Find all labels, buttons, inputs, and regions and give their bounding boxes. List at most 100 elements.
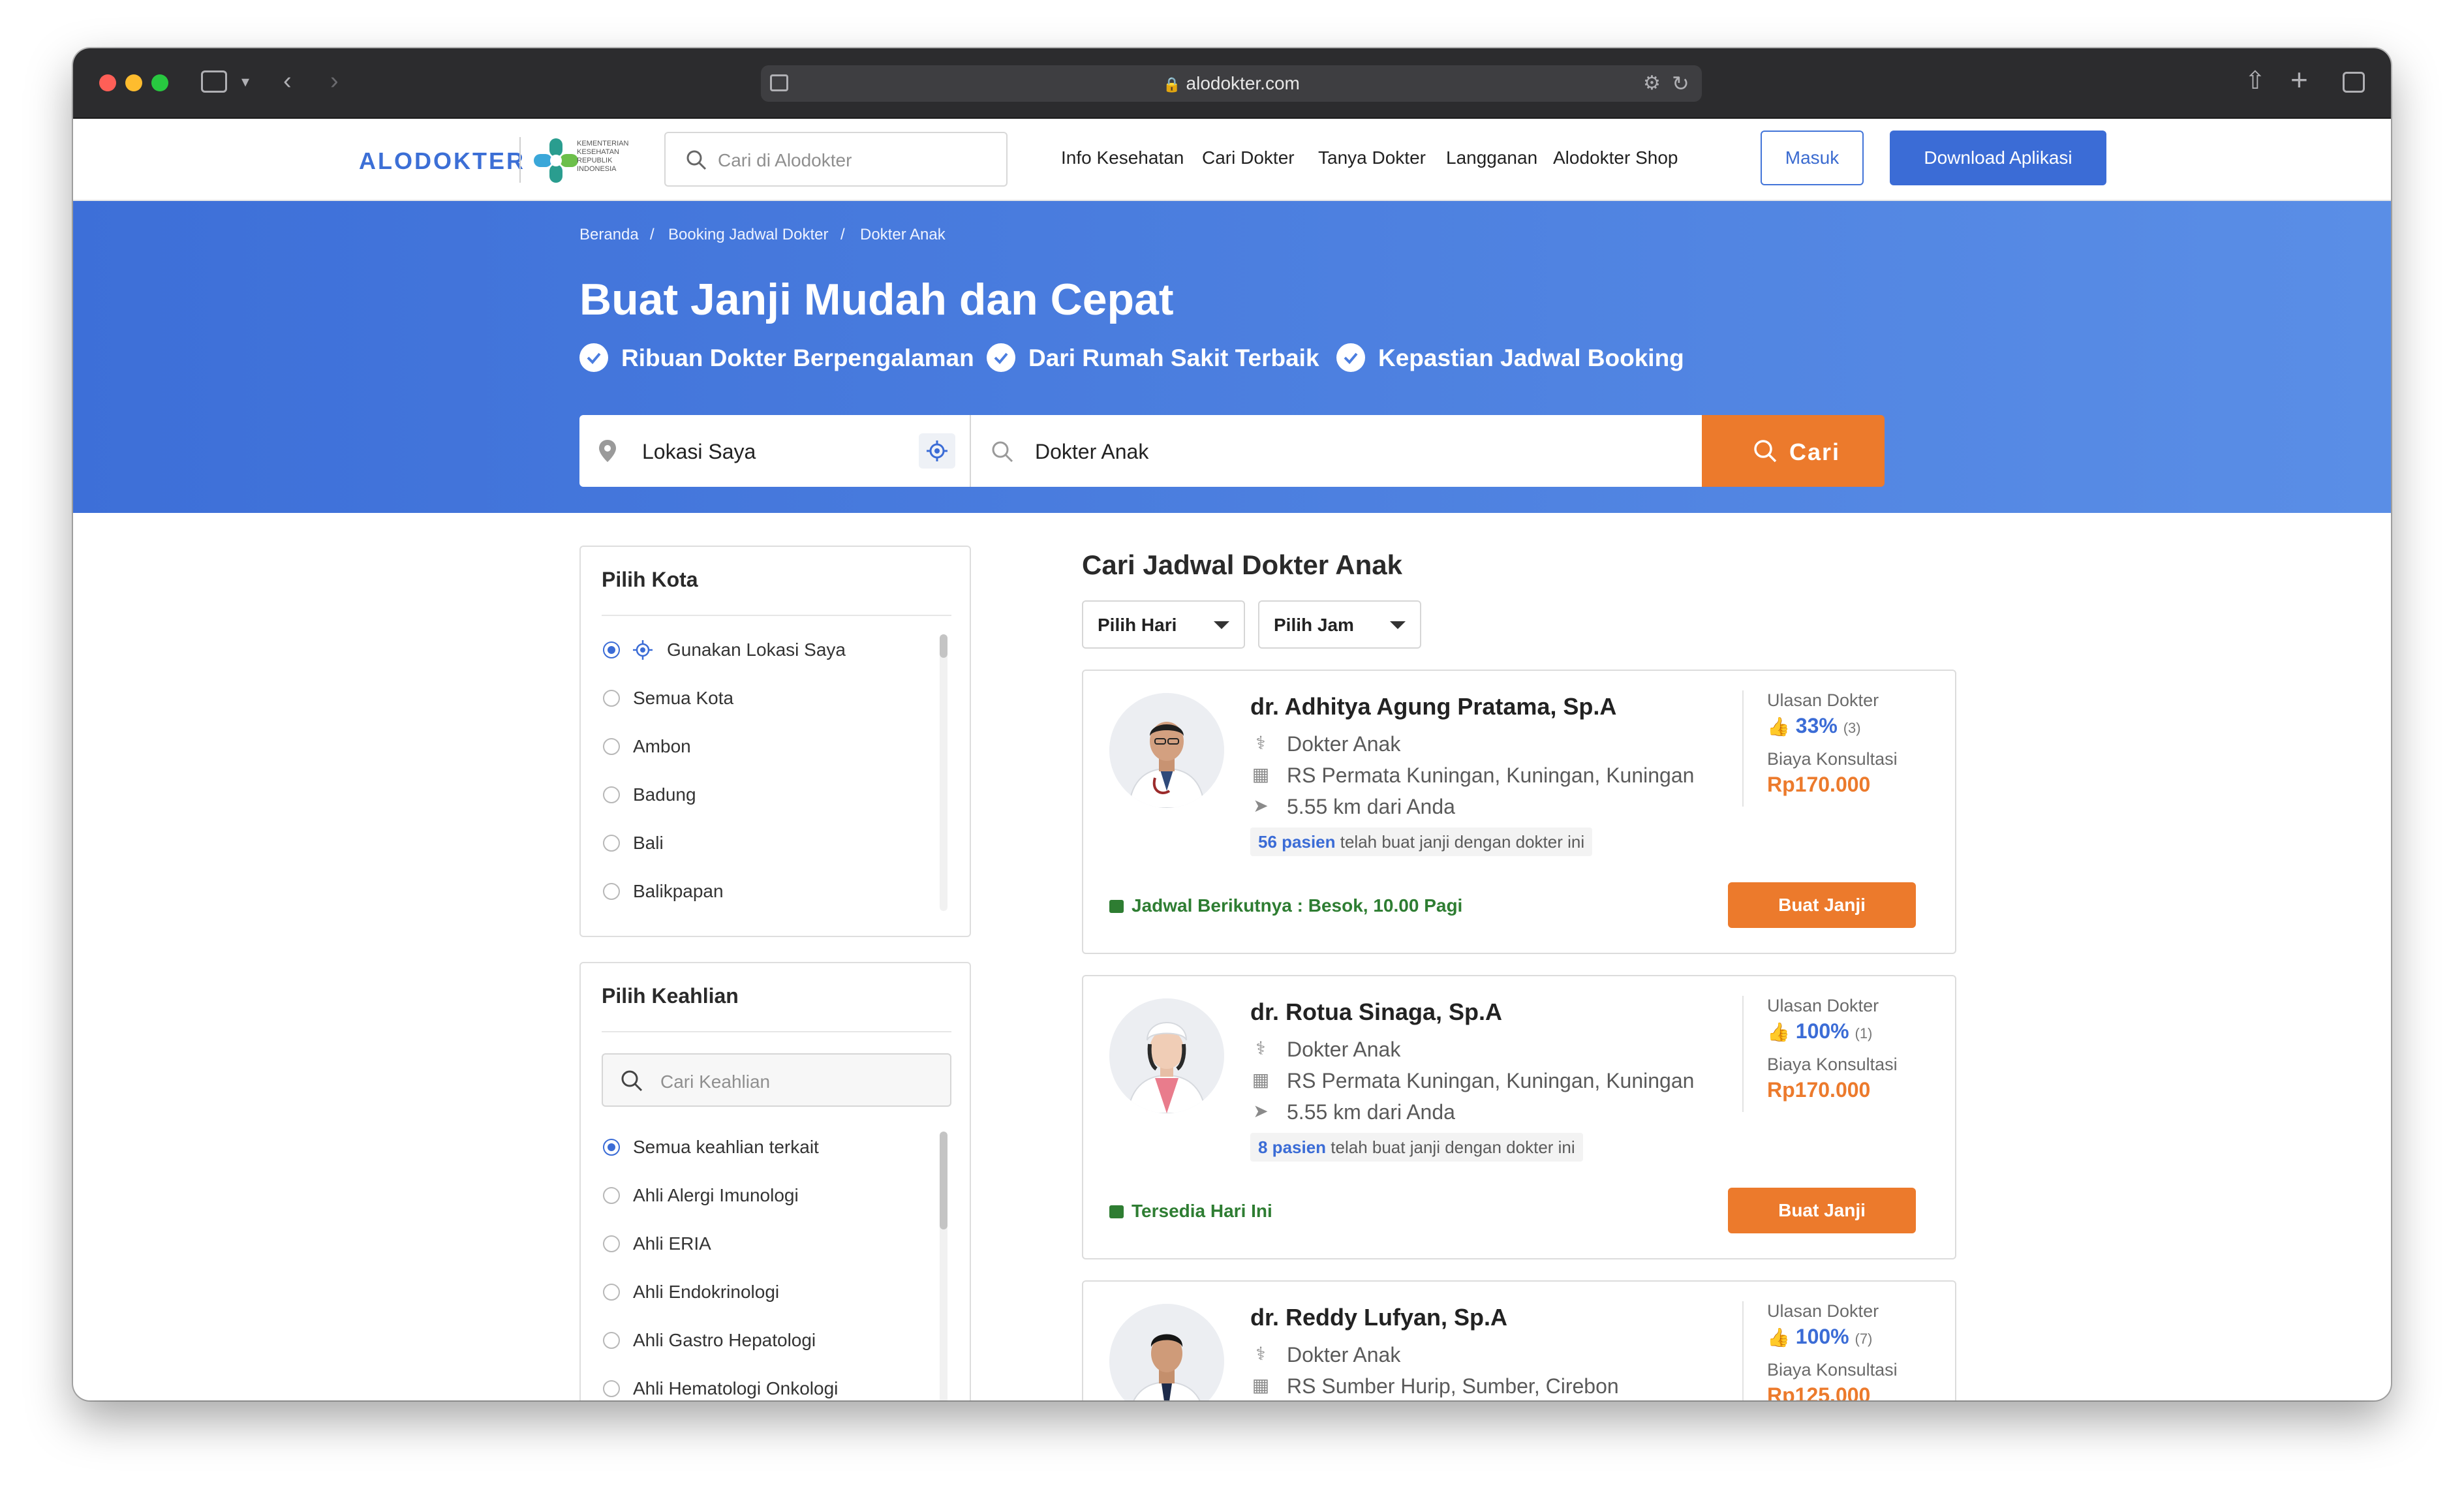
city-option[interactable]: Badung [603,782,929,808]
radio[interactable] [603,786,620,803]
city-option-label: Semua Kota [633,688,734,708]
zoom-window-button[interactable] [151,74,168,91]
search-button[interactable]: Cari [1702,415,1885,487]
skill-option[interactable]: Semua keahlian terkait [603,1134,929,1160]
caret-down-icon [1390,621,1406,629]
translate-icon[interactable]: ⚙ [1643,70,1661,97]
url-row: 🔒 alodokter.com [761,65,1702,102]
thumbs-up-icon: 👍 [1767,1327,1790,1348]
forward-icon[interactable]: › [330,68,339,94]
feature-hospitals: Dari Rumah Sakit Terbaik [1028,345,1319,371]
doctor-card[interactable]: dr. Adhitya Agung Pratama, Sp.A ⚕ Dokter… [1082,670,1956,954]
doctor-avatar[interactable] [1109,998,1224,1113]
share-icon[interactable]: ⇧ [2245,68,2266,94]
radio[interactable] [603,690,620,707]
location-value: Lokasi Saya [642,440,756,463]
skill-option[interactable]: Ahli ERIA [603,1231,929,1257]
browser-window: ▾ ‹ › 🔒 alodokter.com ⚙ ↻ ⇧ + ALODOKTER K… [73,48,2391,1400]
hospital-icon: ▦ [1252,1070,1270,1090]
address-bar[interactable]: 🔒 alodokter.com ⚙ ↻ [761,65,1702,102]
doctor-search-input[interactable]: Dokter Anak [971,415,1702,487]
browser-toolbar: ▾ ‹ › 🔒 alodokter.com ⚙ ↻ ⇧ + [73,48,2391,119]
skill-option-label: Semua keahlian terkait [633,1137,819,1157]
radio[interactable] [603,1380,620,1397]
doctor-card[interactable]: dr. Rotua Sinaga, Sp.A ⚕ Dokter Anak ▦ R… [1082,975,1956,1259]
alodokter-logo[interactable]: ALODOKTER [359,147,525,175]
skill-scrollbar[interactable] [940,1132,947,1400]
new-tab-icon[interactable]: + [2290,65,2308,95]
skill-option-label: Ahli ERIA [633,1233,711,1254]
breadcrumb-home[interactable]: Beranda [579,226,639,244]
feature-schedule: Kepastian Jadwal Booking [1378,345,1684,371]
skill-search-placeholder: Cari Keahlian [660,1072,771,1092]
city-option[interactable]: Balikpapan [603,878,929,904]
minimize-window-button[interactable] [125,74,142,91]
radio-selected[interactable] [603,1139,620,1156]
doctor-name[interactable]: dr. Adhitya Agung Pratama, Sp.A [1250,693,1616,720]
book-appointment-button[interactable]: Buat Janji [1728,1188,1916,1233]
doctor-name[interactable]: dr. Rotua Sinaga, Sp.A [1250,998,1502,1026]
city-scrollbar[interactable] [940,634,947,911]
book-appointment-button[interactable]: Buat Janji [1728,882,1916,928]
download-app-button[interactable]: Download Aplikasi [1890,131,2106,185]
doctor-avatar[interactable] [1109,1304,1224,1400]
skill-option-label: Ahli Gastro Hepatologi [633,1330,816,1350]
nav-cari-dokter[interactable]: Cari Dokter [1202,147,1295,168]
review-score: 👍 100% (1) [1767,1019,1872,1043]
radio[interactable] [603,1235,620,1252]
nav-langganan[interactable]: Langganan [1446,147,1537,168]
city-option-label: Ambon [633,736,691,756]
radio[interactable] [603,1187,620,1204]
doctor-card[interactable]: dr. Reddy Lufyan, Sp.A ⚕ Dokter Anak ▦ R… [1082,1280,1956,1400]
nav-info-kesehatan[interactable]: Info Kesehatan [1061,147,1184,168]
skill-search-input[interactable]: Cari Keahlian [602,1053,951,1107]
scrollbar-thumb[interactable] [940,634,947,658]
skill-option-label: Ahli Alergi Imunologi [633,1185,799,1205]
use-location-button[interactable] [919,433,955,469]
day-dropdown[interactable]: Pilih Hari [1082,600,1245,649]
radio[interactable] [603,883,620,900]
city-option[interactable]: Bali [603,830,929,856]
schedule-text: Tersedia Hari Ini [1132,1201,1272,1221]
consultation-fee: Rp170.000 [1767,773,1871,796]
doctor-name[interactable]: dr. Reddy Lufyan, Sp.A [1250,1304,1507,1331]
tab-overview-icon[interactable] [2343,72,2365,93]
radio[interactable] [603,835,620,852]
schedule-info: Jadwal Berikutnya : Besok, 10.00 Pagi [1109,895,1462,916]
city-option-label: Balikpapan [633,881,724,901]
nav-alodokter-shop[interactable]: Alodokter Shop [1553,147,1678,168]
doctor-distance: 5.55 km dari Anda [1287,795,1455,818]
location-input[interactable]: Lokasi Saya [579,415,971,487]
thumbs-up-icon: 👍 [1767,717,1790,737]
review-score: 👍 33% (3) [1767,714,1861,738]
sidebar-toggle-icon[interactable] [201,70,227,93]
reload-icon[interactable]: ↻ [1672,70,1689,97]
scrollbar-thumb[interactable] [940,1132,947,1229]
radio[interactable] [603,1284,620,1301]
doctor-avatar[interactable] [1109,693,1224,808]
site-search-input[interactable]: Cari di Alodokter [664,132,1008,187]
divider [1742,996,1744,1112]
back-icon[interactable]: ‹ [283,68,292,94]
city-option[interactable]: Ambon [603,733,929,760]
skill-option[interactable]: Ahli Gastro Hepatologi [603,1327,929,1353]
chevron-down-icon[interactable]: ▾ [241,69,249,95]
skill-option[interactable]: Ahli Alergi Imunologi [603,1182,929,1209]
time-dropdown[interactable]: Pilih Jam [1258,600,1421,649]
close-window-button[interactable] [99,74,116,91]
skill-option[interactable]: Ahli Hematologi Onkologi [603,1376,929,1400]
doctor-distance: 5.55 km dari Anda [1287,1100,1455,1124]
login-button[interactable]: Masuk [1761,131,1864,185]
nav-tanya-dokter[interactable]: Tanya Dokter [1318,147,1426,168]
radio[interactable] [603,738,620,755]
city-option[interactable]: Semua Kota [603,685,929,711]
city-option-use-location[interactable]: Gunakan Lokasi Saya [603,637,929,663]
doctor-specialty: Dokter Anak [1287,732,1401,756]
radio[interactable] [603,1332,620,1349]
fee-label: Biaya Konsultasi [1767,1055,1898,1074]
navigation-arrow-icon: ➤ [1253,795,1269,816]
skill-option[interactable]: Ahli Endokrinologi [603,1279,929,1305]
radio-selected[interactable] [603,641,620,658]
patient-count-badge: 8 pasien telah buat janji dengan dokter … [1250,1133,1583,1162]
breadcrumb-booking[interactable]: Booking Jadwal Dokter [668,226,828,244]
